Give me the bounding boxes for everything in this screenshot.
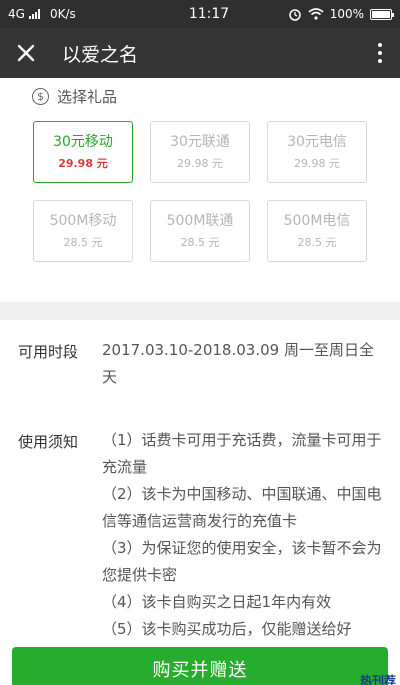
status-left: 4G 0K/s: [8, 7, 158, 21]
close-button[interactable]: [0, 28, 52, 78]
gift-name: 30元联通: [170, 134, 230, 150]
gift-price: 29.98 元: [58, 157, 108, 170]
gift-price: 29.98 元: [294, 157, 340, 170]
network-speed: 0K/s: [49, 7, 76, 21]
gift-price: 28.5 元: [63, 236, 103, 249]
gift-option-30-unicom[interactable]: 30元联通 29.98 元: [150, 121, 250, 183]
gift-name: 500M移动: [49, 213, 117, 229]
notice-line: （2）该卡为中国移动、中国联通、中国电信等通信运营商发行的充值卡: [102, 485, 382, 530]
gift-header-label: 选择礼品: [57, 88, 118, 106]
page-title: 以爱之名: [62, 43, 139, 66]
gift-section-header: $ 选择礼品: [32, 86, 117, 107]
notice-label: 使用须知: [18, 433, 79, 451]
gift-option-30-mobile[interactable]: 30元移动 29.98 元: [33, 121, 133, 183]
signal-icon: [28, 9, 40, 19]
battery-fill: [372, 10, 390, 18]
period-label: 可用时段: [18, 343, 79, 361]
watermark-logo: 热刊荐: [359, 674, 396, 685]
battery-percent: 100%: [329, 7, 364, 21]
more-button[interactable]: [360, 28, 400, 78]
buy-and-gift-button[interactable]: 购买并赠送: [12, 647, 388, 685]
gift-price: 28.5 元: [297, 236, 337, 249]
gift-option-500m-unicom[interactable]: 500M联通 28.5 元: [150, 200, 250, 262]
notice-line: （5）该卡购买成功后，仅能赠送给好: [102, 620, 352, 638]
more-vertical-icon: [378, 43, 382, 63]
notice-line: （3）为保证您的使用安全，该卡暂不会为您提供卡密: [102, 539, 382, 584]
wifi-icon: [308, 8, 324, 20]
gift-option-500m-telecom[interactable]: 500M电信 28.5 元: [267, 200, 367, 262]
gift-name: 500M电信: [283, 213, 351, 229]
period-value: 2017.03.10-2018.03.09 周一至周日全天: [102, 341, 374, 386]
gift-price: 29.98 元: [177, 157, 223, 170]
close-icon: [17, 44, 35, 62]
gift-option-500m-mobile[interactable]: 500M移动 28.5 元: [33, 200, 133, 262]
section-divider: [0, 302, 400, 320]
battery-icon: [370, 8, 394, 20]
notice-text: （1）话费卡可用于充话费，流量卡可用于充流量 （2）该卡为中国移动、中国联通、中…: [102, 427, 386, 639]
notice-line: （4）该卡自购买之日起1年内有效: [102, 593, 332, 611]
status-bar: 4G 0K/s 11:17 100%: [0, 0, 400, 28]
status-right: 100%: [242, 7, 394, 21]
gift-name: 30元电信: [287, 134, 347, 150]
nav-bar: 以爱之名: [0, 28, 400, 78]
dollar-icon: $: [32, 88, 49, 105]
gift-option-30-telecom[interactable]: 30元电信 29.98 元: [267, 121, 367, 183]
notice-line: （1）话费卡可用于充话费，流量卡可用于充流量: [102, 431, 382, 476]
status-time: 11:17: [188, 6, 230, 22]
network-type: 4G: [8, 7, 25, 21]
gift-price: 28.5 元: [180, 236, 220, 249]
gift-name: 500M联通: [166, 213, 234, 229]
gift-name: 30元移动: [53, 134, 113, 150]
alarm-icon: [288, 9, 301, 21]
